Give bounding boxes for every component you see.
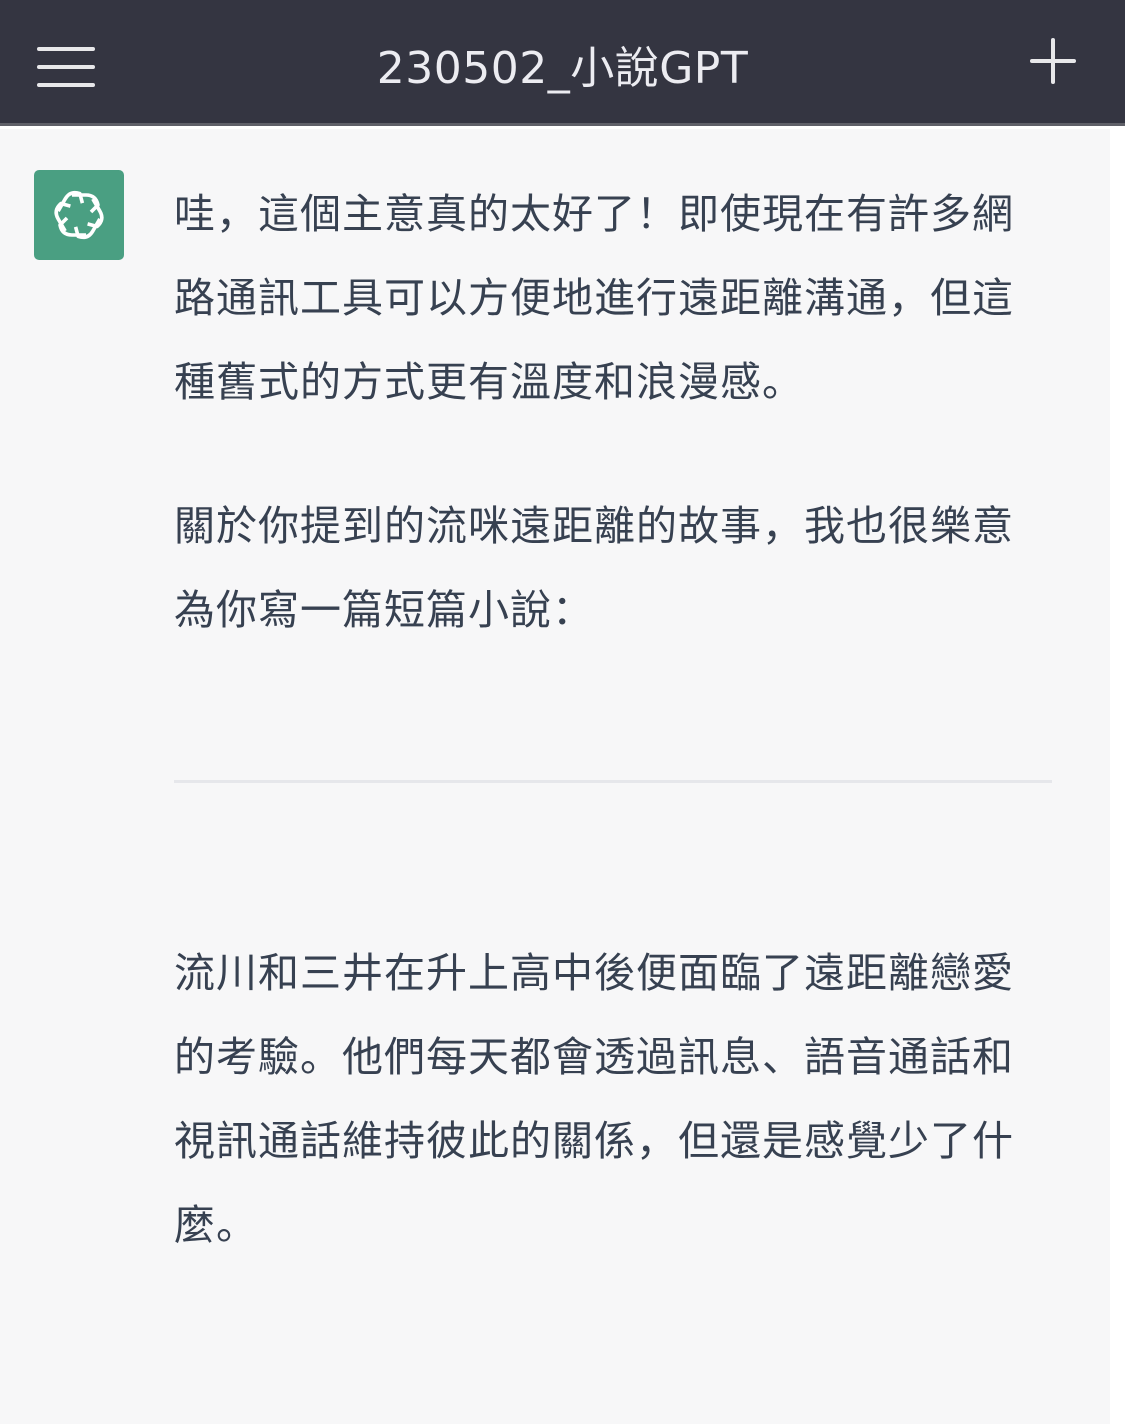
message-paragraph: 哇，這個主意真的太好了！即使現在有許多網路通訊工具可以方便地進行遠距離溝通，但這… — [174, 190, 1014, 406]
message-paragraph: 流川和三井在升上高中後便面臨了遠距離戀愛的考驗。他們每天都會透過訊息、語音通話和… — [174, 949, 1014, 1249]
assistant-message-row: 哇，這個主意真的太好了！即使現在有許多網路通訊工具可以方便地進行遠距離溝通，但這… — [0, 129, 1110, 1424]
new-chat-button[interactable] — [1018, 30, 1088, 92]
assistant-message: 哇，這個主意真的太好了！即使現在有許多網路通訊工具可以方便地進行遠距離溝通，但這… — [174, 172, 1052, 1267]
message-paragraph: 關於你提到的流咪遠距離的故事，我也很樂意為你寫一篇短篇小說： — [174, 502, 1014, 634]
menu-button[interactable] — [30, 36, 102, 94]
divider — [174, 780, 1052, 783]
openai-logo-icon — [54, 190, 104, 240]
assistant-avatar — [34, 170, 124, 260]
top-bar: 230502_小說GPT — [0, 0, 1125, 126]
chat-title: 230502_小說GPT — [376, 43, 749, 94]
